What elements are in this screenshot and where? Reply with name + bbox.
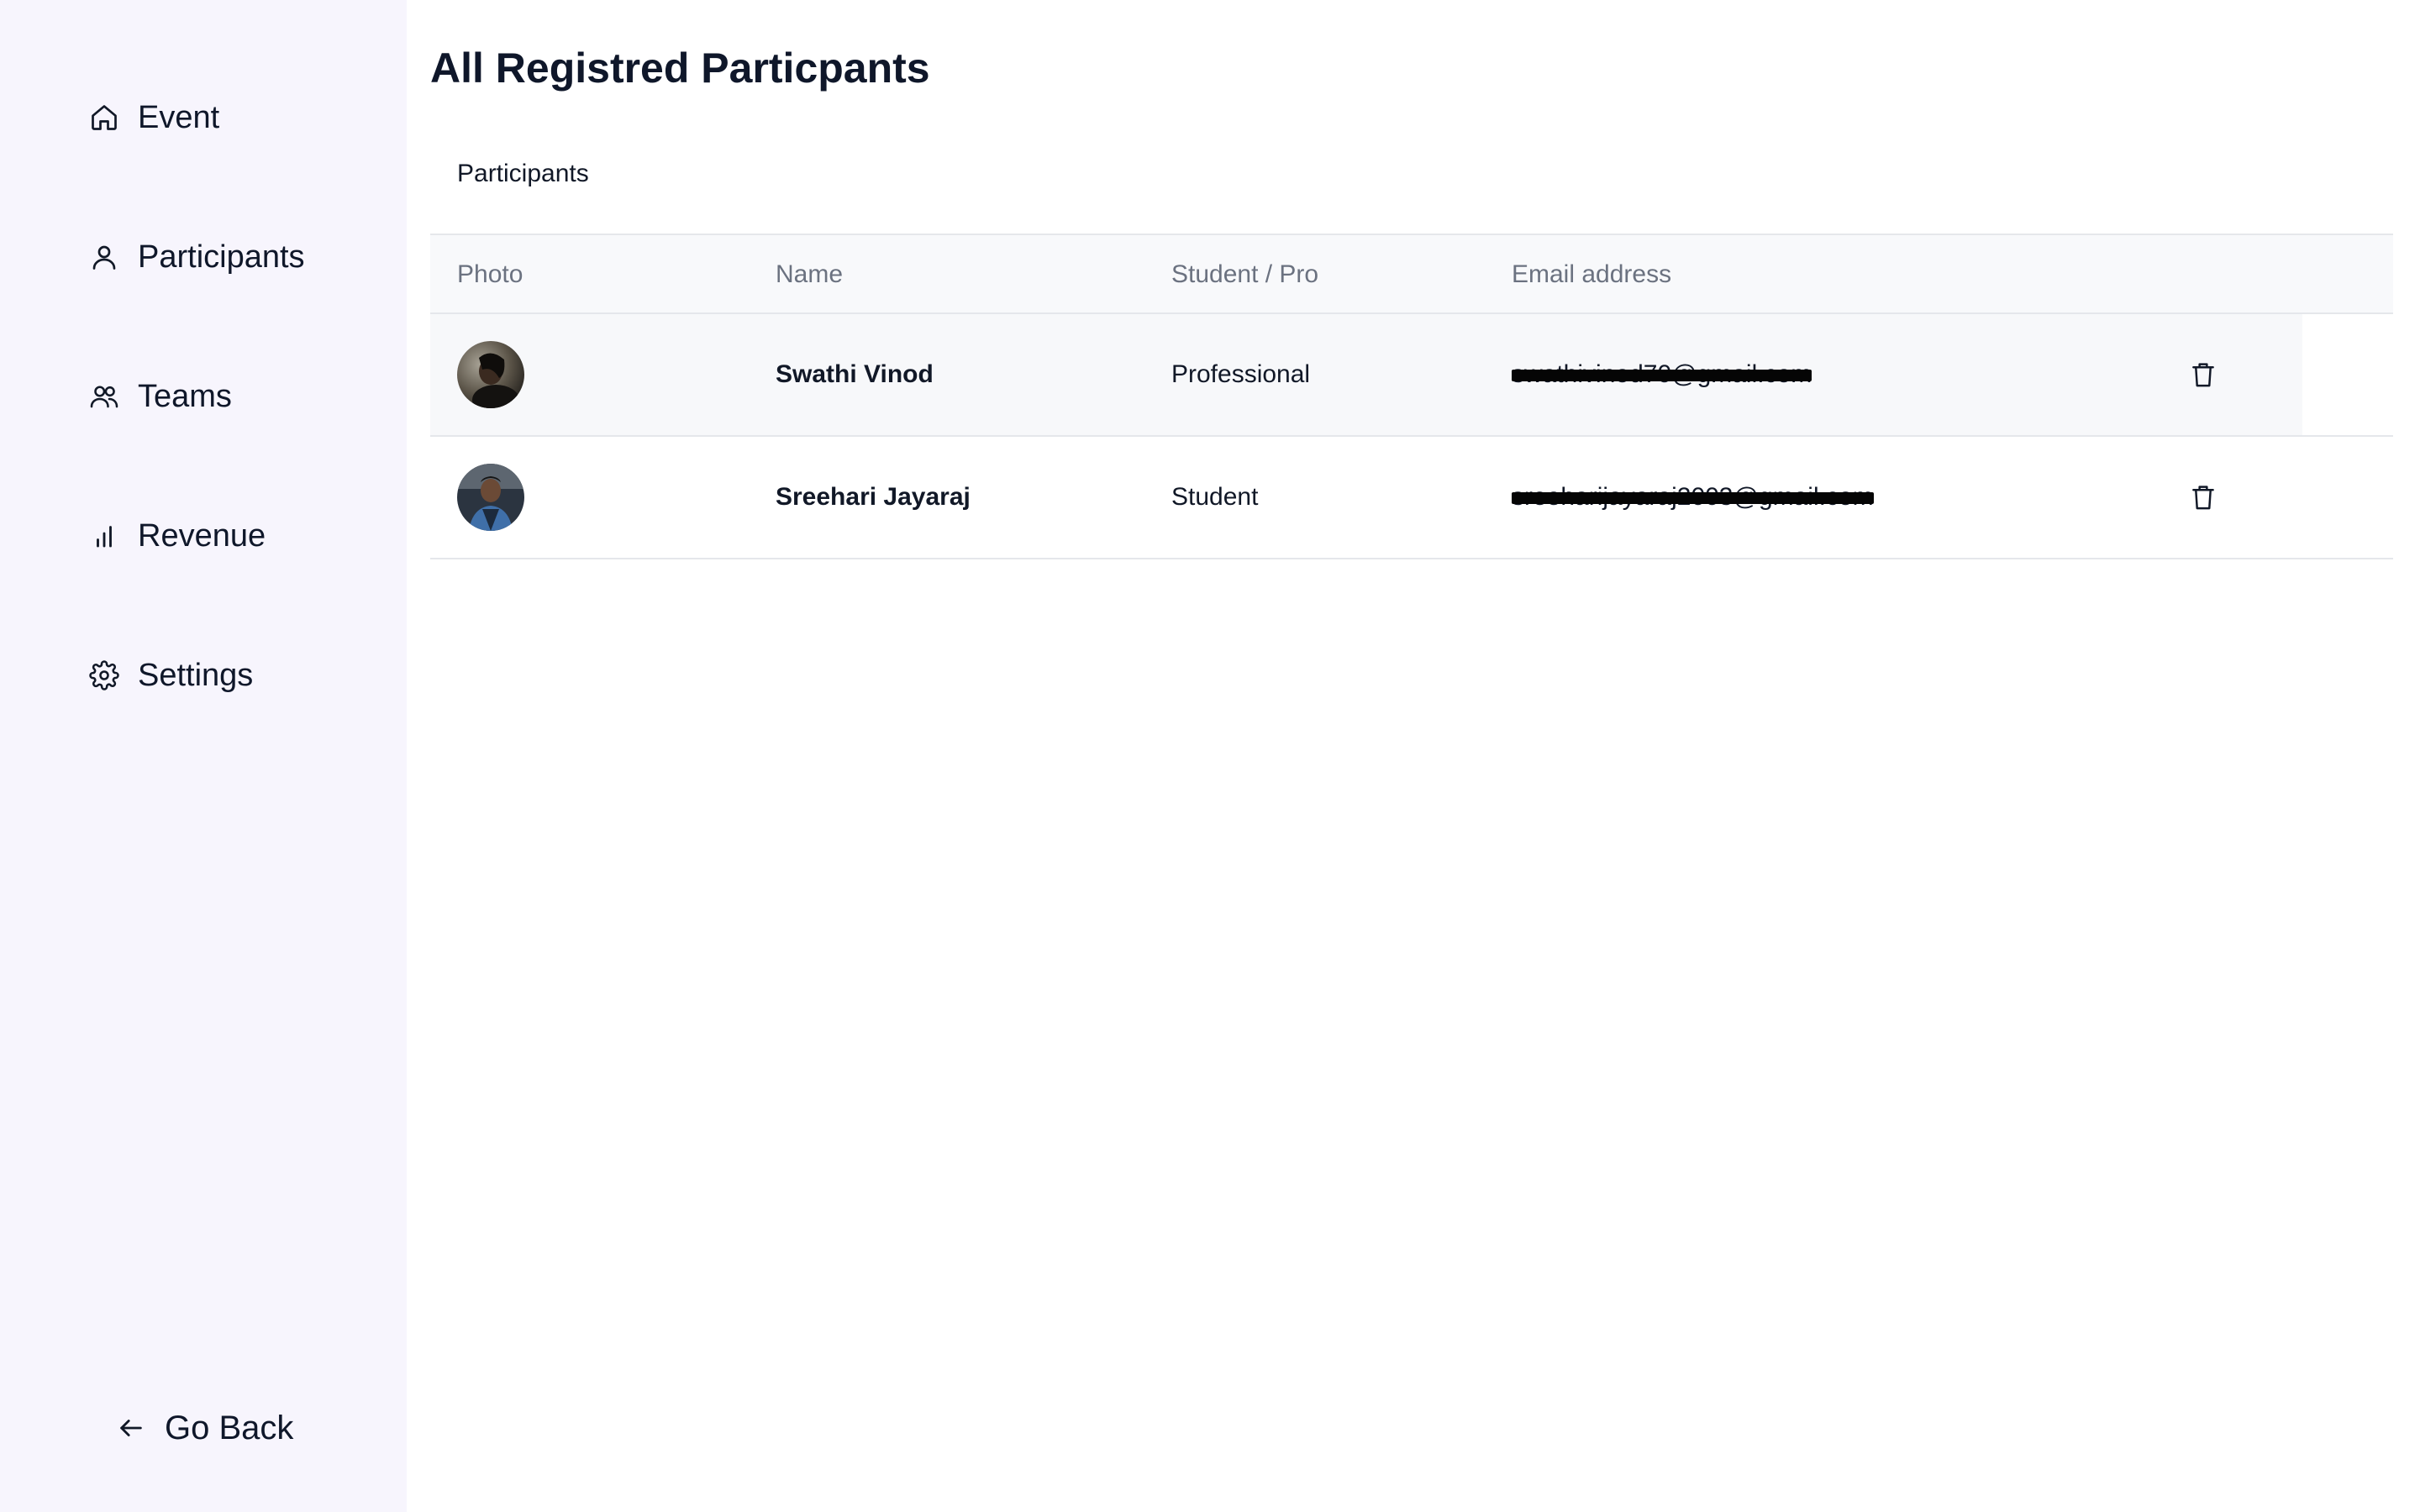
sidebar: Event Participants Teams Revenue Setting… — [0, 0, 407, 1512]
participant-type: Student — [1171, 483, 1259, 511]
avatar — [457, 464, 524, 531]
email-cell: swathivinod70@gmail.com — [1512, 314, 1812, 435]
table-header: Photo Name Student / Pro Email address — [430, 234, 2393, 314]
sidebar-item-revenue[interactable]: Revenue — [87, 509, 266, 563]
trash-icon — [2192, 486, 2214, 510]
sidebar-item-participants[interactable]: Participants — [87, 230, 305, 284]
avatar — [457, 341, 524, 408]
sidebar-item-label: Participants — [138, 239, 305, 275]
email-cell: sreeharijayaraj2003@gmail.com — [1512, 437, 1874, 558]
column-header-email: Email address — [1512, 260, 1672, 288]
delete-button[interactable] — [2181, 475, 2225, 519]
column-header-name: Name — [776, 260, 844, 288]
sidebar-item-label: Settings — [138, 657, 254, 693]
trash-icon — [2192, 363, 2214, 387]
bar-chart-icon — [87, 519, 121, 553]
go-back-button[interactable]: Go Back — [114, 1401, 293, 1455]
email-redacted: sreeharijayaraj2003@gmail.com — [1512, 483, 1874, 512]
row-hover-background — [430, 314, 2302, 435]
delete-button[interactable] — [2181, 353, 2225, 396]
table-row[interactable]: Swathi Vinod Professional swathivinod70@… — [430, 314, 2393, 437]
sidebar-item-settings[interactable]: Settings — [87, 648, 253, 702]
section-tab-participants[interactable]: Participants — [457, 160, 589, 188]
gear-icon — [87, 659, 121, 692]
user-icon — [87, 240, 121, 274]
arrow-left-icon — [114, 1411, 148, 1445]
table-row[interactable]: Sreehari Jayaraj Student sreeharijayaraj… — [430, 437, 2393, 559]
participant-type: Professional — [1171, 360, 1311, 388]
page-title: All Registred Particpants — [430, 45, 930, 92]
sidebar-item-label: Teams — [138, 378, 232, 414]
redaction-bar — [1512, 492, 1874, 504]
column-header-student-pro: Student / Pro — [1171, 260, 1319, 288]
photo-cell — [457, 437, 524, 558]
email-redacted: swathivinod70@gmail.com — [1512, 360, 1812, 389]
sidebar-item-label: Event — [138, 99, 220, 135]
redaction-bar — [1512, 370, 1812, 381]
sidebar-item-teams[interactable]: Teams — [87, 370, 232, 423]
sidebar-item-label: Revenue — [138, 517, 266, 554]
column-header-photo: Photo — [457, 260, 523, 288]
sidebar-item-event[interactable]: Event — [87, 91, 219, 144]
participant-name: Swathi Vinod — [776, 360, 934, 388]
participant-name: Sreehari Jayaraj — [776, 483, 971, 511]
home-icon — [87, 101, 121, 134]
action-cell — [2181, 314, 2225, 435]
participants-table: Photo Name Student / Pro Email address S… — [430, 234, 2393, 559]
app-root: Event Participants Teams Revenue Setting… — [0, 0, 2420, 1512]
users-icon — [87, 380, 121, 413]
go-back-label: Go Back — [165, 1409, 294, 1446]
photo-cell — [457, 314, 524, 435]
action-cell — [2181, 437, 2225, 558]
